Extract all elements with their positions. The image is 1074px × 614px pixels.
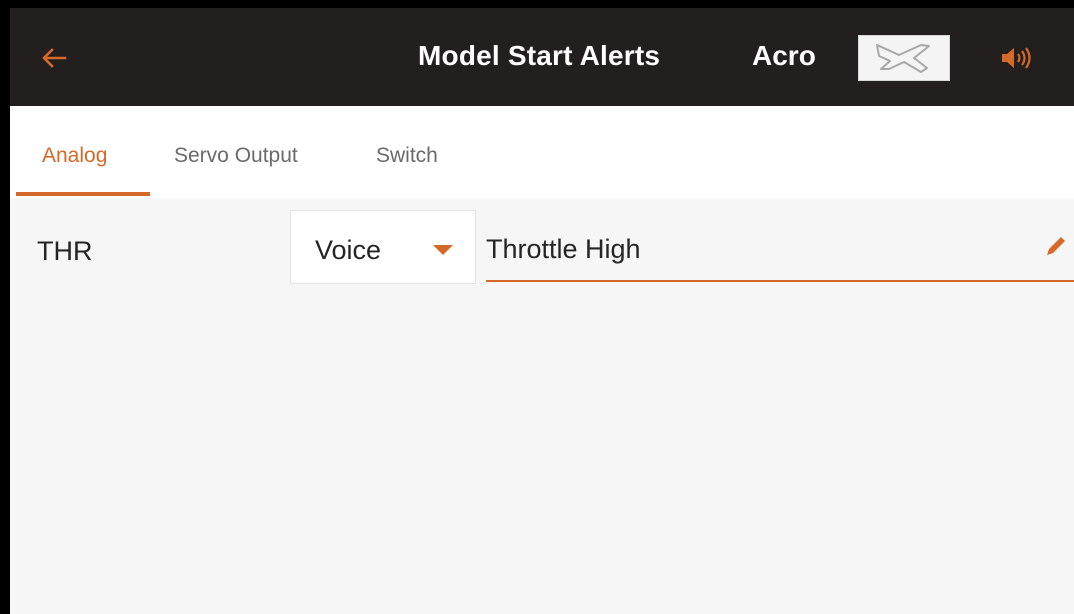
alert-type-tabs: Analog Servo Output Switch	[10, 106, 1074, 198]
active-tab-indicator	[16, 192, 150, 196]
model-image[interactable]	[858, 35, 950, 81]
alert-type-dropdown[interactable]: Voice	[290, 210, 476, 284]
tab-servo-output[interactable]: Servo Output	[174, 144, 298, 168]
speaker-button[interactable]	[992, 39, 1040, 77]
model-start-alerts-panel: Model Start Alerts Acro Analog Servo Out…	[10, 8, 1074, 614]
app-header: Model Start Alerts Acro	[10, 8, 1074, 106]
alert-type-value: Voice	[315, 235, 382, 265]
dropdown-caret-icon	[433, 245, 453, 255]
pencil-icon	[1047, 237, 1065, 255]
arrow-left-icon	[42, 48, 67, 68]
alert-row-thr: THR Voice Throttle High	[10, 198, 1074, 290]
alert-message-field[interactable]: Throttle High	[486, 212, 1074, 282]
model-name: Acro	[752, 40, 816, 71]
page-title: Model Start Alerts	[418, 40, 661, 71]
alert-channel-label: THR	[37, 236, 93, 266]
back-button[interactable]	[34, 38, 74, 78]
tab-analog[interactable]: Analog	[42, 144, 107, 168]
app-screen: Model Start Alerts Acro Analog Servo Out…	[0, 0, 1074, 614]
edit-message-button[interactable]	[1042, 232, 1070, 260]
tab-switch[interactable]: Switch	[376, 144, 438, 168]
alert-message-text: Throttle High	[486, 234, 641, 264]
airplane-icon	[876, 44, 930, 73]
speaker-icon	[1002, 47, 1031, 69]
